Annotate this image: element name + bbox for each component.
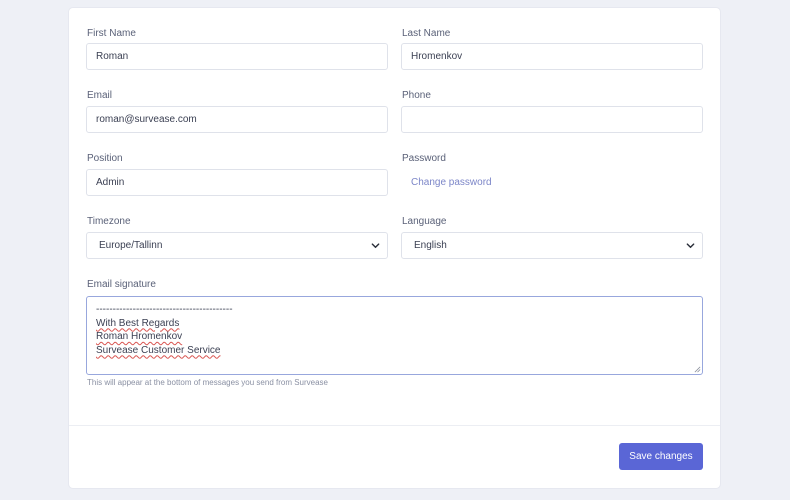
email-signature-label: Email signature	[87, 279, 156, 290]
language-selected-value: English	[414, 240, 447, 251]
signature-line-company: Survease Customer Service	[96, 344, 221, 356]
timezone-label: Timezone	[87, 216, 131, 227]
chevron-down-icon	[371, 243, 380, 249]
position-input[interactable]	[86, 169, 388, 196]
footer-divider	[69, 425, 720, 426]
last-name-input[interactable]	[401, 43, 703, 70]
signature-line-separator: ----------------------------------------…	[96, 304, 233, 315]
email-signature-textarea[interactable]: ----------------------------------------…	[86, 296, 703, 375]
first-name-label: First Name	[87, 28, 136, 39]
position-label: Position	[87, 153, 123, 164]
first-name-input[interactable]	[86, 43, 388, 70]
email-label: Email	[87, 90, 113, 101]
language-select[interactable]: English	[401, 232, 703, 259]
phone-label: Phone	[402, 90, 431, 101]
change-password-link[interactable]: Change password	[411, 177, 492, 188]
chevron-down-icon	[686, 243, 695, 249]
signature-line-regards: With Best Regards	[96, 317, 180, 329]
phone-input[interactable]	[401, 106, 703, 133]
save-changes-button[interactable]: Save changes	[619, 443, 703, 470]
timezone-select[interactable]: Europe/Tallinn	[86, 232, 388, 259]
profile-settings-card: First Name Last Name Email Phone Positio…	[69, 8, 720, 488]
resize-handle-icon[interactable]	[694, 366, 701, 373]
signature-line-company-wrap: Survease Customer Service	[96, 344, 693, 358]
signature-line-name: Roman Hromenkov	[96, 331, 183, 342]
email-signature-help-text: This will appear at the bottom of messag…	[87, 378, 329, 387]
password-label: Password	[402, 153, 446, 164]
timezone-selected-value: Europe/Tallinn	[99, 240, 163, 251]
last-name-label: Last Name	[402, 28, 451, 39]
language-label: Language	[402, 216, 447, 227]
email-input[interactable]	[86, 106, 388, 133]
